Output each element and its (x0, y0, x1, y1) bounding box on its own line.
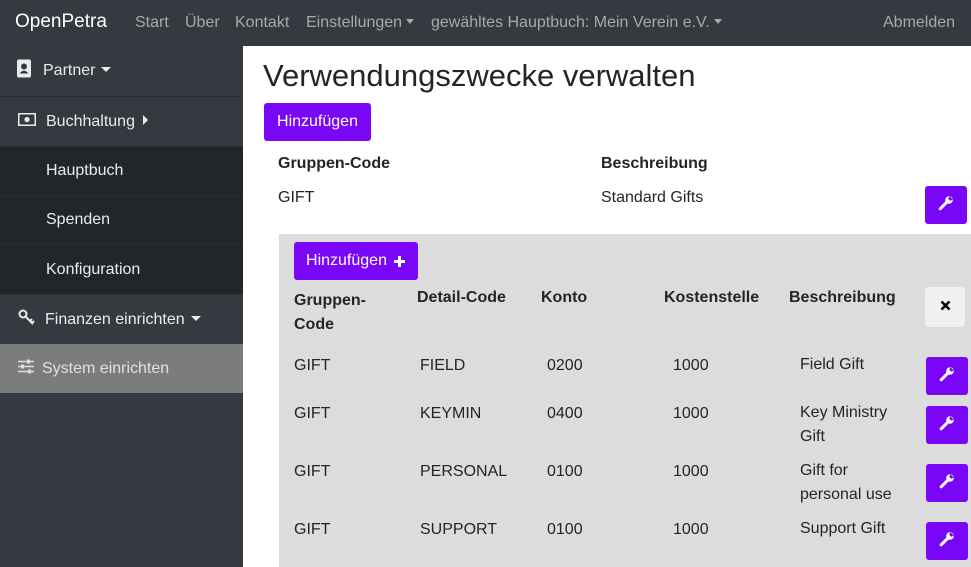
money-bill-icon (17, 112, 37, 131)
row-account: 0100 (547, 521, 583, 538)
add-detail-label: Hinzufügen (306, 252, 387, 269)
detail-code-header: Detail-Code (417, 289, 506, 306)
sidebar-item-konfiguration[interactable]: Konfiguration (0, 244, 243, 294)
row-account: 0200 (547, 357, 583, 374)
nav-kontakt-link[interactable]: Kontakt (235, 14, 289, 32)
add-group-button[interactable]: Hinzufügen (264, 103, 371, 141)
row-detail-code: SUPPORT (420, 521, 498, 538)
chevron-down-icon (713, 19, 722, 25)
sidebar-item-label: Buchhaltung (46, 112, 135, 130)
nav-ueber-link[interactable]: Über (185, 14, 220, 32)
sidebar-item-label: System einrichten (42, 359, 170, 377)
wrench-icon (939, 415, 955, 436)
row-description: Gift for personal use (800, 462, 892, 503)
sidebar-item-hauptbuch[interactable]: Hauptbuch (0, 146, 243, 195)
row-cost-centre: 1000 (673, 405, 709, 422)
edit-detail-button[interactable] (926, 522, 968, 560)
chevron-down-icon (190, 315, 201, 321)
top-navbar: OpenPetra Start Über Kontakt Einstellung… (0, 0, 971, 46)
row-group-code: GIFT (294, 357, 331, 374)
brand-logo[interactable]: OpenPetra (15, 11, 107, 33)
key-icon (18, 309, 35, 331)
group-code-cell: GIFT (278, 189, 315, 206)
row-cost-centre: 1000 (673, 357, 709, 374)
row-account: 0100 (547, 463, 583, 480)
nav-ledger-dropdown[interactable]: gewähltes Hauptbuch: Mein Verein e.V. (431, 14, 722, 32)
edit-detail-button[interactable] (926, 357, 968, 395)
sidebar-item-system[interactable]: System einrichten (0, 344, 243, 393)
group-description-cell: Standard Gifts (601, 189, 704, 206)
detail-group-code-header: Gruppen-Code (294, 292, 366, 333)
address-book-icon (16, 59, 32, 83)
wrench-icon (939, 531, 955, 552)
row-cost-centre: 1000 (673, 463, 709, 480)
cost-centre-header: Kostenstelle (664, 289, 760, 306)
sidebar-item-label: Hauptbuch (46, 162, 124, 179)
nav-start-link[interactable]: Start (135, 14, 169, 32)
nav-ledger-label: gewähltes Hauptbuch: Mein Verein e.V. (431, 14, 710, 31)
row-description: Field Gift (800, 356, 865, 373)
account-header: Konto (541, 289, 588, 306)
nav-einstellungen-label: Einstellungen (306, 14, 403, 31)
row-group-code: GIFT (294, 521, 331, 538)
wrench-icon (939, 473, 955, 494)
row-detail-code: PERSONAL (420, 463, 508, 480)
nav-einstellungen-dropdown[interactable]: Einstellungen (306, 14, 415, 32)
sliders-icon (18, 359, 34, 379)
description-header: Beschreibung (789, 289, 896, 306)
detail-codes-panel: Hinzufügen Gruppen-Code Detail-Code Kont… (279, 234, 971, 567)
wrench-icon (939, 366, 955, 387)
group-code-header: Gruppen-Code (278, 155, 390, 172)
sidebar-item-label: Finanzen einrichten (45, 310, 185, 328)
wrench-icon (938, 195, 954, 216)
logout-link[interactable]: Abmelden (883, 14, 955, 32)
sidebar-item-finanzen[interactable]: Finanzen einrichten (0, 294, 243, 344)
page-title: Verwendungszwecke verwalten (263, 58, 696, 93)
edit-detail-button[interactable] (926, 406, 968, 444)
sidebar-item-buchhaltung[interactable]: Buchhaltung (0, 96, 243, 146)
close-detail-button[interactable] (925, 287, 965, 327)
edit-detail-button[interactable] (926, 464, 968, 502)
row-description: Support Gift (800, 520, 886, 537)
chevron-down-icon (101, 67, 112, 73)
row-group-code: GIFT (294, 405, 331, 422)
chevron-right-icon (142, 115, 148, 126)
sidebar-item-label: Partner (43, 62, 96, 79)
main-content: Verwendungszwecke verwalten Hinzufügen G… (243, 46, 971, 567)
add-detail-button[interactable]: Hinzufügen (294, 242, 418, 280)
row-account: 0400 (547, 405, 583, 422)
row-group-code: GIFT (294, 463, 331, 480)
edit-group-button[interactable] (925, 186, 967, 224)
sidebar-item-spenden[interactable]: Spenden (0, 195, 243, 244)
chevron-down-icon (406, 19, 415, 25)
row-description: Key Ministry Gift (800, 404, 888, 445)
sidebar-item-label: Konfiguration (46, 260, 141, 278)
sidebar-item-label: Spenden (46, 211, 111, 228)
group-description-header: Beschreibung (601, 155, 708, 172)
row-detail-code: KEYMIN (420, 405, 482, 422)
row-cost-centre: 1000 (673, 521, 709, 538)
plus-icon (393, 255, 406, 268)
sidebar-item-partner[interactable]: Partner (0, 46, 243, 96)
close-icon (940, 298, 951, 316)
row-detail-code: FIELD (420, 357, 466, 374)
sidebar: Partner Buchhaltung Hauptbuch Spenden Ko… (0, 46, 243, 567)
